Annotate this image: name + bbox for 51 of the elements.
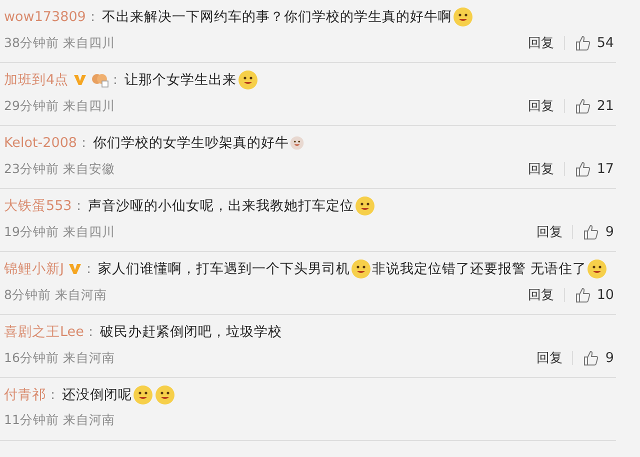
thumbs-up-icon — [574, 35, 591, 51]
reply-button[interactable]: 回复 — [528, 286, 554, 304]
comment-text: 不出来解决一下网约车的事？你们学校的学生真的好牛啊 — [102, 8, 452, 27]
emoji-icon — [238, 70, 258, 90]
comment-time: 16分钟前 来自河南 — [4, 350, 115, 366]
thumbs-up-icon — [574, 161, 591, 177]
reply-button[interactable]: 回复 — [536, 223, 562, 241]
colon: ： — [77, 134, 92, 153]
comment-time: 19分钟前 来自四川 — [4, 224, 115, 240]
emoji-icon — [354, 196, 375, 216]
comment-time: 23分钟前 来自安徽 — [4, 160, 115, 178]
comment-text: 非说我定位错了还要报警 无语住了 — [372, 260, 586, 279]
reply-button[interactable]: 回复 — [528, 34, 554, 52]
comment-time: 38分钟前 来自四川 — [4, 34, 115, 52]
colon: ： — [86, 8, 100, 27]
thumbs-up-icon — [583, 224, 600, 240]
sticker-icon — [90, 72, 109, 88]
comment-time: 8分钟前 来自河南 — [4, 286, 107, 304]
thumbs-up-icon — [574, 287, 591, 303]
like-button[interactable]: 10 — [574, 287, 614, 303]
comment-text: 还没倒闭呢 — [62, 386, 132, 405]
like-button[interactable]: 17 — [574, 161, 614, 177]
comment-time: 11分钟前 来自河南 — [4, 412, 115, 429]
comment-text: 你们学校的女学生吵架真的好牛 — [93, 134, 290, 153]
vip-badge-icon — [72, 73, 87, 87]
emoji-icon — [452, 7, 473, 27]
reply-button[interactable]: 回复 — [536, 349, 562, 367]
comment-time: 29分钟前 来自四川 — [4, 98, 115, 114]
vip-badge-icon — [68, 262, 82, 276]
emoji-icon — [587, 259, 608, 279]
emoji-icon — [155, 385, 175, 405]
reply-button[interactable]: 回复 — [528, 160, 554, 178]
like-button[interactable]: 9 — [583, 224, 614, 240]
comment-text: 声音沙哑的小仙女呢，出来我教她打车定位 — [88, 197, 354, 216]
emoji-icon — [133, 385, 153, 405]
emoji-icon — [350, 259, 371, 279]
colon: ： — [46, 386, 60, 405]
thumbs-up-icon — [583, 350, 600, 366]
colon: ： — [108, 71, 123, 90]
thumbs-up-icon — [574, 98, 591, 114]
comment-text: 家人们谁懂啊，打车遇到一个下头男司机 — [98, 260, 350, 279]
colon: ： — [84, 323, 98, 342]
emoji-icon — [290, 136, 304, 150]
comment-text: 破民办赶紧倒闭吧，垃圾学校 — [100, 323, 282, 342]
reply-button[interactable]: 回复 — [528, 97, 554, 115]
colon: ： — [72, 197, 86, 216]
like-button[interactable]: 54 — [574, 35, 614, 51]
like-button[interactable]: 9 — [583, 350, 614, 366]
comment-text: 让那个女学生出来 — [124, 71, 237, 90]
colon: ： — [82, 260, 96, 279]
like-button[interactable]: 21 — [574, 98, 614, 114]
